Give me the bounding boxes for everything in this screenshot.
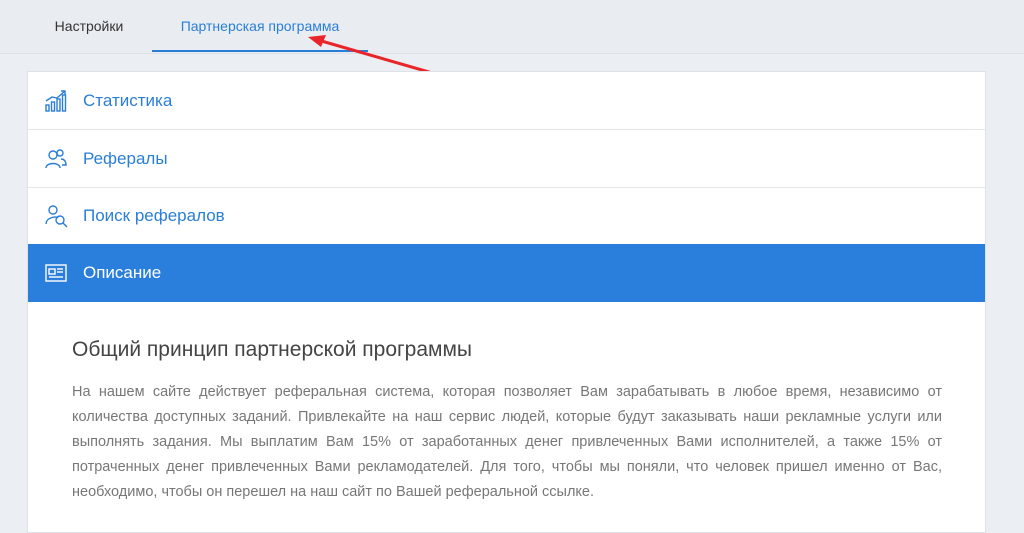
tab-partner-program[interactable]: Партнерская программа xyxy=(152,0,368,52)
menu-item-label: Статистика xyxy=(83,91,173,110)
menu-item-label: Описание xyxy=(83,263,162,282)
menu-item-referral-search[interactable]: Поиск рефералов xyxy=(28,187,985,245)
document-icon xyxy=(45,264,67,282)
tab-settings[interactable]: Настройки xyxy=(52,0,126,52)
content-paragraph: На нашем сайте действует реферальная сис… xyxy=(72,384,942,500)
content-title: Общий принцип партнерской программы xyxy=(72,338,473,361)
menu-item-description[interactable]: Описание xyxy=(28,244,985,302)
menu-item-label: Рефералы xyxy=(83,149,168,168)
partner-panel: Статистика Рефералы Поиск рефералов Опис… xyxy=(27,71,986,533)
menu-item-label: Поиск рефералов xyxy=(83,206,225,225)
top-tab-bar: Настройки Партнерская программа xyxy=(0,0,1024,54)
menu-item-statistics[interactable]: Статистика xyxy=(28,72,985,130)
referrals-icon xyxy=(45,149,67,169)
user-search-icon xyxy=(45,205,68,228)
chart-growth-icon xyxy=(45,90,67,112)
menu-item-referrals[interactable]: Рефералы xyxy=(28,130,985,188)
